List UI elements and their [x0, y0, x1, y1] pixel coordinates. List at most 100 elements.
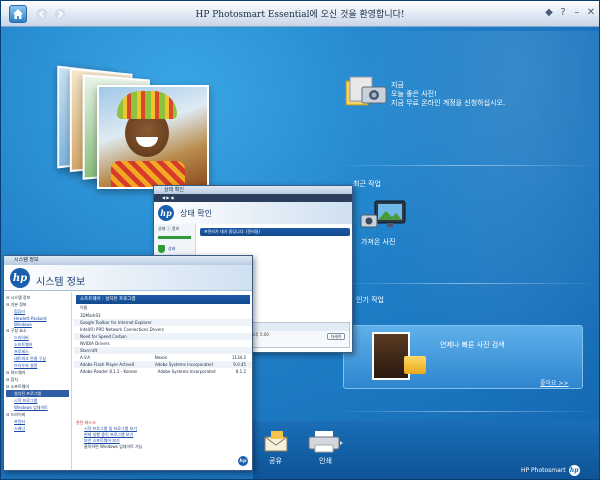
tree-node[interactable]: ⊟ 기본 정보 [6, 301, 69, 308]
tree-node[interactable]: 스캐너 [6, 425, 69, 432]
program-name: A.V.A [80, 355, 90, 360]
status-tab[interactable]: 상태 ⓘ 정보 [154, 224, 195, 234]
program-row[interactable]: Adobe Reader 8.1.2 - Korean Adobe Systems… [74, 368, 252, 375]
tree-node[interactable]: ⊟ 소프트웨어 [6, 383, 69, 390]
program-name: Starcraft [80, 348, 97, 353]
status-window-header: hp 상태 확인 [154, 202, 352, 224]
divider [331, 165, 600, 166]
program-vendor: Adobe Systems Incorporated [158, 369, 216, 374]
tree-node[interactable]: ⊟ 하드웨어 [6, 369, 69, 376]
status-window-title: 상태 확인 [164, 187, 184, 193]
hp-logo-icon: hp [10, 268, 30, 288]
status-heading: 상태 확인 [180, 208, 212, 219]
program-name: Google Toolbar for Internet Explorer [80, 320, 152, 325]
camera-album-icon[interactable] [344, 73, 388, 109]
program-row[interactable]: 3DMark03 [74, 312, 252, 319]
promo-line: 오늘 좋은 사진! [391, 90, 505, 99]
tree-node[interactable]: 드라이버 [6, 334, 69, 341]
program-row[interactable]: A.V.A Nexon 1134.2 [74, 354, 252, 361]
menu-icon[interactable]: ◆ [543, 7, 555, 19]
promo-text[interactable]: 지금 오늘 좋은 사진! 지금 무료 온라인 계정을 신청하십시오. [391, 81, 505, 108]
windows-update-link[interactable]: 클릭하면 Windows 업데이트 가능 [76, 444, 142, 450]
hp-logo-icon: hp [569, 465, 580, 476]
program-row[interactable]: Starcraft [74, 347, 252, 354]
hp-photosmart-brand: HP Photosmart hp [521, 465, 580, 476]
recent-tasks-label: 최근 작업 [353, 179, 381, 189]
tree-node[interactable]: Windows 업데이트 [6, 404, 69, 411]
related-tasks-section: 관련 태스크 시작 프로그램 및 프로그램 보기 현재 실행 중인 프로그램 보… [76, 420, 142, 450]
quick-search-text: 언제나 빠른 사진 검색 [440, 340, 505, 350]
status-message-banner: 프린터가 대기 중입니다. (준비됨) [200, 228, 350, 236]
system-main-panel: 소프트웨어 : 설치된 프로그램 이름 3DMark03 Google Toolb… [74, 292, 252, 470]
tree-node[interactable]: ⊟ 드라이버 [6, 411, 69, 418]
column-name: 이름 [80, 305, 87, 311]
tree-node[interactable]: 네트워크 연결 구성 [6, 355, 69, 362]
see-more-link[interactable]: 좋아요 >> [540, 378, 569, 387]
program-version: 8.1.2 [236, 369, 246, 374]
popular-tasks-label: 인기 작업 [356, 295, 384, 305]
tree-node[interactable]: 시작 프로그램 [6, 397, 69, 404]
status-window-titlebar: 상태 확인 [154, 186, 352, 194]
list-column-header: 이름 [74, 304, 252, 312]
tree-node[interactable]: ⊟ 구성 요소 [6, 327, 69, 334]
program-vendor: Nexon [155, 355, 168, 360]
tree-node[interactable]: 소프트웨어 [6, 341, 69, 348]
status-window-toolbar[interactable]: ◀ ▶ ◉ [154, 194, 352, 202]
program-list: 3DMark03 Google Toolbar for Internet Expl… [74, 312, 252, 375]
program-row[interactable]: Need for Speed Carbon [74, 333, 252, 340]
hp-logo-icon: hp [158, 205, 174, 221]
tree-node[interactable]: 컴퓨터 [6, 308, 69, 315]
tree-node[interactable]: 브라우저 설정 [6, 362, 69, 369]
installed-programs-header: 소프트웨어 : 설치된 프로그램 [76, 295, 250, 304]
system-tree-view: ⊟ 시스템 정보 ⊟ 기본 정보 컴퓨터 Hewlett-Packard Windows… [4, 292, 72, 470]
program-vendor: Adobe Systems Incorporated [155, 362, 213, 367]
system-info-window: 시스템 정보 hp 시스템 정보 ⊟ 시스템 정보 ⊟ 기본 정보 컴퓨터 Hewle… [3, 255, 253, 471]
minimize-icon[interactable]: – [571, 7, 583, 19]
program-name: Adobe Reader 8.1.2 - Korean [80, 369, 137, 374]
share-envelope-icon[interactable] [263, 429, 291, 453]
program-name: 3DMark03 [80, 313, 101, 318]
title-bar: HP Photosmart Essential에 오신 것을 환영합니다! ◆ … [1, 1, 599, 27]
divider [331, 411, 600, 412]
close-icon[interactable]: ✕ [585, 7, 597, 19]
details-button[interactable]: 자세히 [327, 333, 345, 340]
program-name: Adobe Flash Player ActiveX [80, 362, 135, 367]
tree-node[interactable]: ⊟ 장치 [6, 376, 69, 383]
printer-icon[interactable] [307, 431, 343, 453]
folder-icon [404, 356, 426, 374]
tree-node[interactable]: 프로세스 [6, 348, 69, 355]
promo-line: 지금 [391, 81, 505, 90]
program-name: NVIDIA Drivers [80, 341, 110, 346]
program-row[interactable]: NVIDIA Drivers [74, 340, 252, 347]
tree-node[interactable]: 프린터 [6, 418, 69, 425]
photo-hat [117, 91, 177, 119]
system-window-header: hp 시스템 정보 [4, 265, 252, 291]
system-window-titlebar: 시스템 정보 [4, 256, 252, 265]
shield-check-icon [158, 245, 165, 253]
imported-photos-label[interactable]: 가져온 사진 [361, 237, 395, 247]
import-photos-icon[interactable] [359, 199, 407, 235]
system-window-title: 시스템 정보 [14, 257, 39, 263]
hp-logo-icon: hp [238, 456, 248, 466]
share-label[interactable]: 공유 [269, 456, 282, 466]
divider [331, 283, 600, 284]
program-row[interactable]: Intel(R) PRO Network Connections Drivers [74, 326, 252, 333]
program-row[interactable]: Adobe Flash Player ActiveX Adobe Systems … [74, 361, 252, 368]
program-name: Intel(R) PRO Network Connections Drivers [80, 327, 164, 332]
program-version: 9.0.45 [233, 362, 246, 367]
featured-photo [97, 85, 209, 189]
status-progress-bar [158, 236, 191, 239]
photo-scarf [111, 161, 185, 187]
nav-item-label: 상태 [168, 246, 175, 252]
quick-photo-search-card[interactable]: 언제나 빠른 사진 검색 좋아요 >> [343, 325, 583, 389]
print-label[interactable]: 인쇄 [319, 456, 332, 466]
program-row[interactable]: Google Toolbar for Internet Explorer [74, 319, 252, 326]
program-version: 1134.2 [232, 355, 246, 360]
tree-node[interactable]: ⊟ 시스템 정보 [6, 294, 69, 301]
photosmart-app: HP Photosmart Essential에 오신 것을 환영합니다! ◆ … [0, 0, 600, 480]
system-heading: 시스템 정보 [36, 273, 85, 288]
tree-node[interactable]: 설치된 프로그램 [6, 390, 69, 397]
brand-text: HP Photosmart [521, 467, 566, 474]
help-icon[interactable]: ? [557, 7, 569, 19]
program-name: Need for Speed Carbon [80, 334, 127, 339]
